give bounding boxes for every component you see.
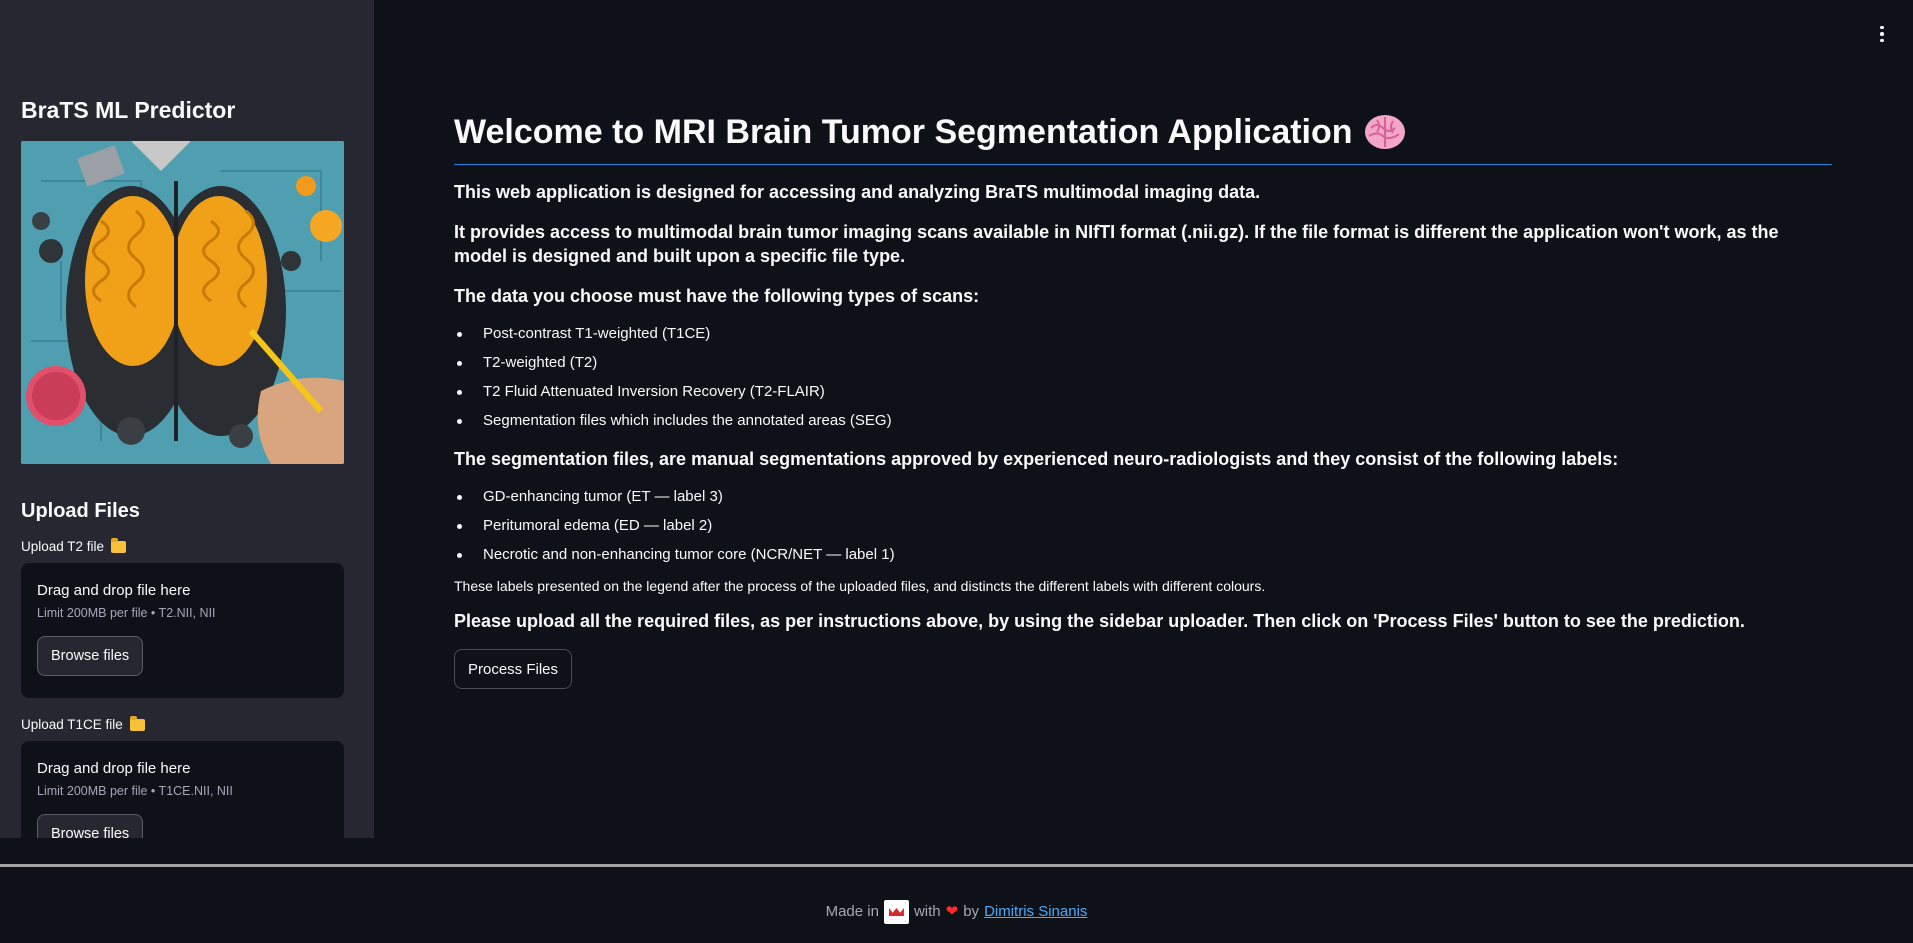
folder-icon [129,716,145,731]
brain-illustration-image [21,141,344,464]
list-item: Segmentation files which includes the an… [454,411,1832,430]
list-item: GD-enhancing tumor (ET — label 3) [454,487,1832,506]
intro-paragraph: This web application is designed for acc… [454,182,1261,202]
page-title: Welcome to MRI Brain Tumor Segmentation … [454,108,1832,165]
process-files-button[interactable]: Process Files [454,649,573,689]
folder-icon [111,538,127,553]
labels-heading: The segmentation files, are manual segme… [454,449,1619,469]
footer: Made in with ❤ by Dimitris Sinanis [0,900,1913,924]
list-item: Necrotic and non-enhancing tumor core (N… [454,545,1832,564]
upload-t2-label: Upload T2 file [21,538,344,556]
scan-types-list: Post-contrast T1-weighted (T1CE) T2-weig… [454,324,1832,430]
brain-icon [1364,115,1405,149]
footer-with: with [913,903,941,920]
dropzone-limit-text: Limit 200MB per file • T1CE.NII, NII [37,784,233,798]
upload-files-heading: Upload Files [21,500,140,522]
page-title-text: Welcome to MRI Brain Tumor Segmentation … [454,113,1353,151]
upload-t2-label-text: Upload T2 file [21,539,105,554]
list-item: Peritumoral edema (ED — label 2) [454,516,1832,535]
dropzone-title: Drag and drop file here [37,582,191,599]
instruction-paragraph: Please upload all the required files, as… [454,611,1745,631]
footer-made-in: Made in [825,903,879,920]
scan-types-heading: The data you choose must have the follow… [454,286,980,306]
flag-icon [883,900,909,924]
browse-files-button-t1ce[interactable]: Browse files [37,814,144,838]
t1ce-file-dropzone[interactable]: Drag and drop file here Limit 200MB per … [21,741,344,838]
list-item: T2-weighted (T2) [454,353,1832,372]
heart-icon: ❤ [945,903,959,920]
dropzone-title: Drag and drop file here [37,760,191,777]
t2-file-dropzone[interactable]: Drag and drop file here Limit 200MB per … [21,563,344,698]
upload-t1ce-label-text: Upload T1CE file [21,717,123,732]
format-note-paragraph: It provides access to multimodal brain t… [454,222,1779,266]
dropzone-limit-text: Limit 200MB per file • T2.NII, NII [37,606,216,620]
legend-note: These labels presented on the legend aft… [454,578,1266,594]
labels-list: GD-enhancing tumor (ET — label 3) Peritu… [454,487,1832,564]
footer-by: by [963,903,980,920]
sidebar: BraTS ML Predictor Upload Files Upload T… [0,0,374,838]
list-item: T2 Fluid Attenuated Inversion Recovery (… [454,382,1832,401]
main-content: Welcome to MRI Brain Tumor Segmentation … [454,108,1832,689]
list-item: Post-contrast T1-weighted (T1CE) [454,324,1832,343]
kebab-menu-icon[interactable] [1877,22,1887,46]
sidebar-title: BraTS ML Predictor [21,97,236,123]
author-link[interactable]: Dimitris Sinanis [984,900,1087,924]
upload-t1ce-label: Upload T1CE file [21,716,344,734]
browse-files-button-t2[interactable]: Browse files [37,636,144,676]
footer-divider [0,864,1913,867]
